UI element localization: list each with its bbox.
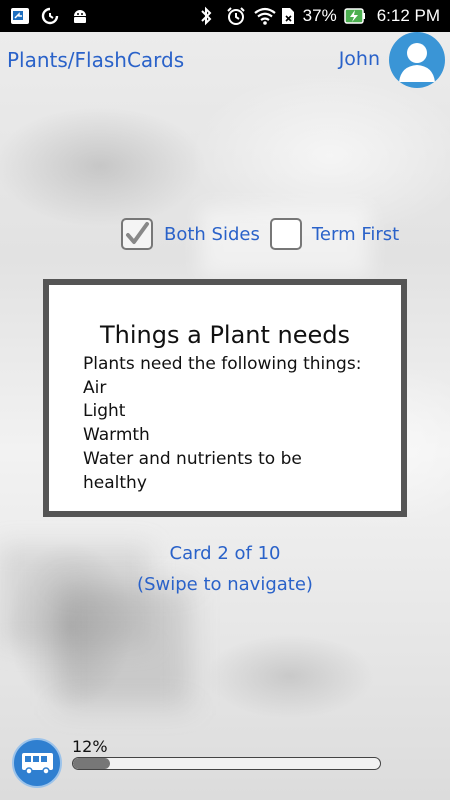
bus-button[interactable] xyxy=(12,738,62,788)
both-sides-checkbox[interactable] xyxy=(121,218,153,250)
bus-icon xyxy=(22,753,53,775)
bluetooth-icon xyxy=(199,6,219,26)
user-name[interactable]: John xyxy=(339,48,380,70)
card-line: Plants need the following things: xyxy=(83,354,362,374)
flash-card[interactable]: Things a Plant needs Plants need the fol… xyxy=(43,279,407,517)
alarm-icon xyxy=(226,6,246,26)
person-icon xyxy=(399,43,435,82)
sd-card-icon xyxy=(280,6,296,26)
status-bar: 37% 6:12 PM xyxy=(0,0,450,32)
card-line: Warmth xyxy=(83,425,150,446)
card-counter: Card 2 of 10 xyxy=(169,543,281,564)
progress-bar xyxy=(72,757,381,770)
term-first-checkbox[interactable] xyxy=(270,218,302,250)
clock: 6:12 PM xyxy=(376,6,440,25)
both-sides-label[interactable]: Both Sides xyxy=(164,224,260,245)
page-title[interactable]: Plants/FlashCards xyxy=(7,48,184,72)
progress-label: 12% xyxy=(72,737,108,756)
app-header: Plants/FlashCards John xyxy=(0,32,450,92)
progress-fill xyxy=(73,758,110,769)
card-body: Plants need the following things: Air Li… xyxy=(83,353,377,495)
card-options: Both Sides Term First xyxy=(0,216,450,256)
swipe-hint: (Swipe to navigate) xyxy=(137,574,313,595)
screen-cast-icon xyxy=(10,6,30,26)
android-icon xyxy=(70,6,90,26)
card-line: Light xyxy=(83,401,126,422)
wifi-icon xyxy=(253,6,276,26)
avatar[interactable] xyxy=(389,32,445,88)
term-first-label[interactable]: Term First xyxy=(312,224,399,245)
battery-charging-icon xyxy=(343,6,366,26)
checkmark-icon xyxy=(126,222,149,244)
card-title: Things a Plant needs xyxy=(99,321,351,349)
card-line: Water and nutrients to be healthy xyxy=(83,448,302,493)
sync-icon xyxy=(40,6,60,26)
battery-percent: 37% xyxy=(302,6,337,25)
card-line: Air xyxy=(83,377,107,398)
